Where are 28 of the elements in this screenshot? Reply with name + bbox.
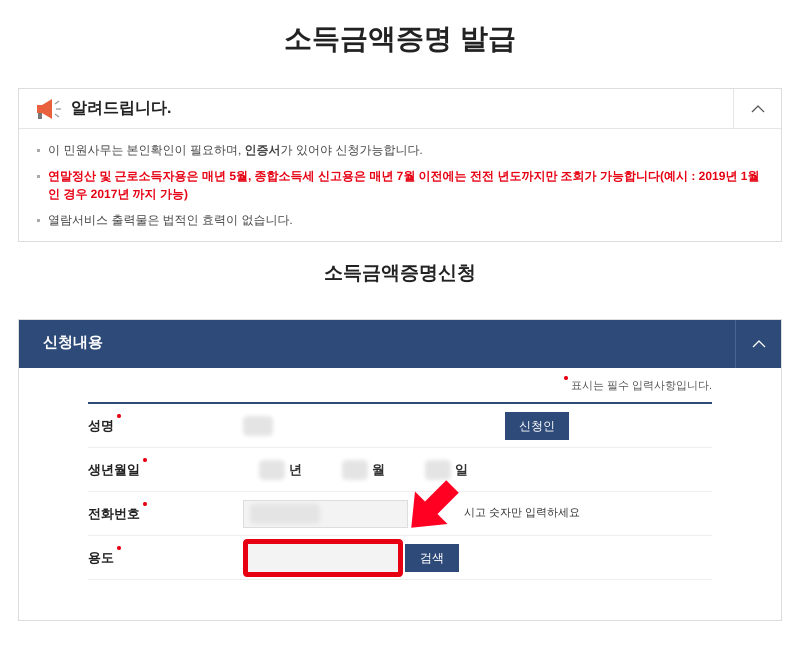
field-label: 성명 bbox=[88, 416, 243, 436]
megaphone-icon bbox=[35, 98, 63, 120]
phone-field[interactable] bbox=[243, 500, 408, 528]
chevron-up-icon bbox=[750, 104, 764, 112]
arrow-icon bbox=[410, 479, 460, 529]
notice-text: 이 민원사무는 본인확인이 필요하며, 인증서가 있어야 신청가능합니다. bbox=[48, 142, 423, 159]
blurred-value bbox=[243, 416, 273, 436]
search-button[interactable]: 검색 bbox=[405, 544, 459, 572]
date-unit: 월 bbox=[372, 460, 385, 479]
panel-title: 신청내용 bbox=[43, 333, 103, 354]
field-hint: 시고 숫자만 입력하세요 bbox=[464, 506, 580, 522]
required-note: 표시는 필수 입력사항입니다. bbox=[560, 378, 712, 394]
blurred-value bbox=[259, 460, 285, 480]
purpose-field[interactable] bbox=[243, 538, 403, 576]
page-title: 소득금액증명 발급 bbox=[284, 22, 516, 56]
notice-text: 열람서비스 출력물은 법적인 효력이 없습니다. bbox=[48, 212, 293, 229]
chevron-up-icon bbox=[752, 340, 766, 348]
section-title: 소득금액증명신청 bbox=[324, 262, 476, 286]
blurred-value bbox=[342, 460, 368, 480]
applicant-button[interactable]: 신청인 bbox=[505, 412, 569, 440]
field-label: 용도 bbox=[88, 548, 243, 568]
notice-text: 연말정산 및 근로소득자용은 매년 5월, 종합소득세 신고용은 매년 7월 이전에는 전전 년도까지만 조회가 가능합니다(예시 : 2019년 1월 인 경우 2017년 까지 가능) bbox=[48, 168, 760, 203]
blurred-value bbox=[425, 460, 451, 480]
date-unit: 년 bbox=[289, 460, 302, 479]
field-label: 생년월일 bbox=[88, 460, 243, 480]
field-label: 전화번호 bbox=[88, 504, 243, 524]
date-unit: 일 bbox=[455, 460, 468, 479]
notice-title: 알려드립니다. bbox=[71, 98, 172, 118]
